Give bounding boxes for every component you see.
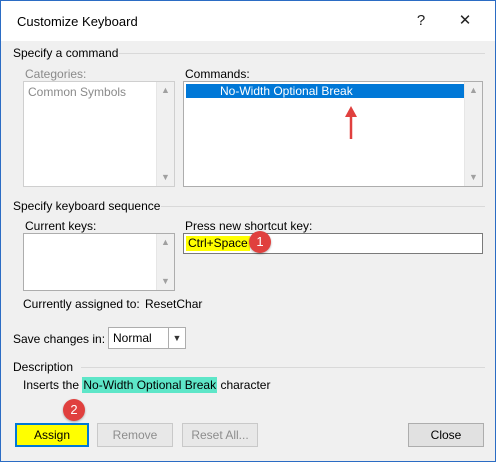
keyboard-sequence-heading: Specify keyboard sequence	[13, 199, 161, 213]
save-changes-value: Normal	[113, 331, 152, 345]
annotation-arrow-icon	[345, 106, 357, 139]
annotation-badge-2: 2	[63, 399, 85, 421]
window-title: Customize Keyboard	[17, 14, 138, 29]
customize-keyboard-dialog: Customize Keyboard ? ✕ Specify a command…	[0, 0, 496, 462]
currently-assigned-label: Currently assigned to:	[23, 297, 140, 311]
current-keys-list[interactable]: ▲ ▼	[23, 233, 175, 291]
close-button[interactable]: Close	[408, 423, 484, 447]
description-heading: Description	[13, 360, 74, 374]
current-keys-scrollbar[interactable]: ▲ ▼	[156, 234, 174, 290]
chevron-down-icon[interactable]: ▼	[168, 328, 185, 348]
scroll-up-icon[interactable]: ▲	[157, 234, 174, 251]
description-text: Inserts the No-Width Optional Break char…	[23, 377, 271, 393]
save-changes-label: Save changes in:	[13, 332, 106, 346]
commands-scrollbar[interactable]: ▲ ▼	[464, 82, 482, 186]
divider	[81, 367, 485, 368]
categories-label: Categories:	[25, 67, 87, 81]
scroll-up-icon[interactable]: ▲	[157, 82, 174, 99]
list-item-selected[interactable]: No-Width Optional Break	[186, 84, 464, 98]
assign-button[interactable]: Assign	[15, 423, 89, 447]
divider	[161, 206, 485, 207]
save-changes-select[interactable]: Normal ▼	[108, 327, 186, 349]
annotation-badge-1: 1	[249, 231, 271, 253]
divider	[119, 53, 485, 54]
close-icon[interactable]: ✕	[455, 11, 475, 31]
scroll-down-icon[interactable]: ▼	[465, 169, 482, 186]
list-item[interactable]: Common Symbols	[28, 85, 126, 99]
description-suffix: character	[220, 378, 271, 392]
title-bar: Customize Keyboard ? ✕	[1, 1, 495, 41]
new-shortcut-label: Press new shortcut key:	[185, 219, 313, 233]
current-keys-label: Current keys:	[25, 219, 97, 233]
help-button[interactable]: ?	[411, 11, 431, 31]
categories-list[interactable]: Common Symbols ▲ ▼	[23, 81, 175, 187]
specify-command-heading: Specify a command	[13, 46, 119, 60]
new-shortcut-value: Ctrl+Space	[186, 236, 250, 251]
remove-button[interactable]: Remove	[97, 423, 173, 447]
new-shortcut-input[interactable]: Ctrl+Space	[183, 233, 483, 254]
description-prefix: Inserts the	[23, 378, 80, 392]
commands-list[interactable]: No-Width Optional Break ▲ ▼	[183, 81, 483, 187]
categories-scrollbar[interactable]: ▲ ▼	[156, 82, 174, 186]
currently-assigned-value: ResetChar	[145, 297, 203, 311]
scroll-down-icon[interactable]: ▼	[157, 273, 174, 290]
scroll-down-icon[interactable]: ▼	[157, 169, 174, 186]
scroll-up-icon[interactable]: ▲	[465, 82, 482, 99]
description-highlight: No-Width Optional Break	[82, 377, 218, 393]
reset-all-button[interactable]: Reset All...	[182, 423, 258, 447]
commands-label: Commands:	[185, 67, 250, 81]
